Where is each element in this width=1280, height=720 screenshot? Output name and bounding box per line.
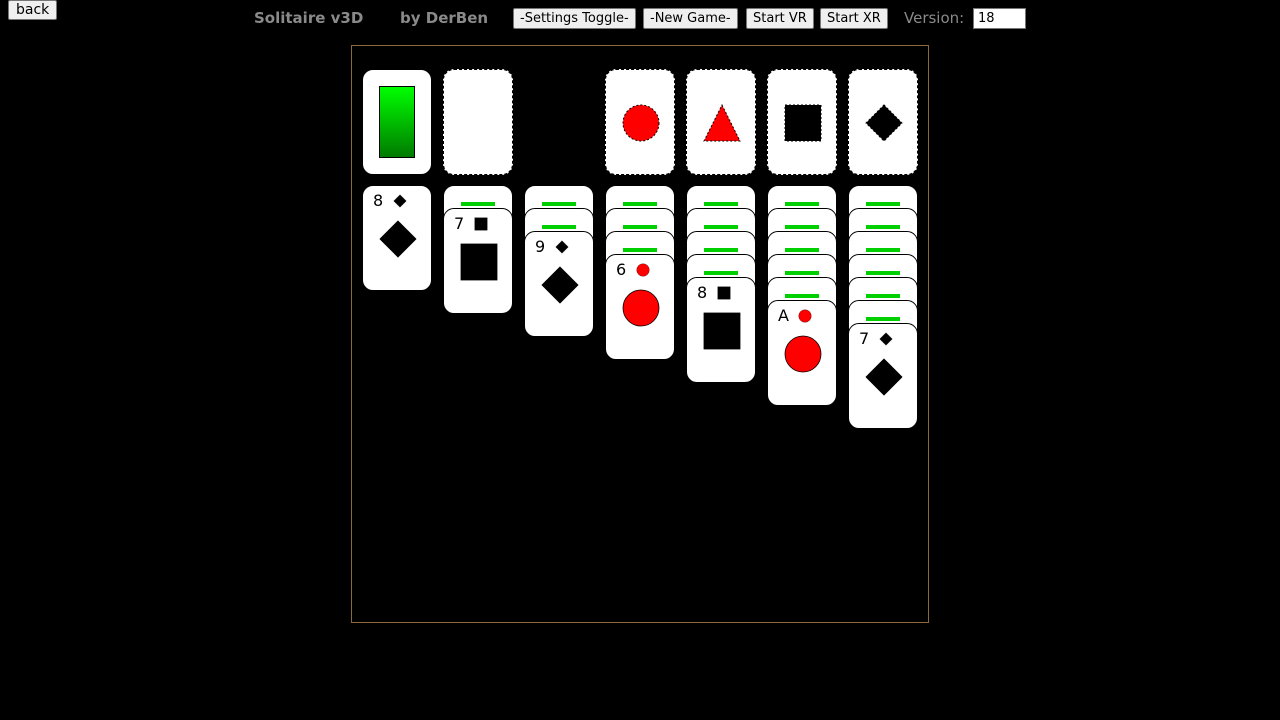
version-input[interactable] xyxy=(973,8,1026,29)
back-button[interactable]: back xyxy=(8,0,58,20)
foundation-circle[interactable] xyxy=(605,69,675,175)
faceup-card[interactable]: 8 xyxy=(362,185,432,291)
card-back-tab xyxy=(785,202,819,206)
card-back-tab xyxy=(704,202,738,206)
card-back-tab xyxy=(866,248,900,252)
author-credit: by DerBen xyxy=(400,9,489,27)
faceup-card[interactable]: 6 xyxy=(605,254,675,360)
stock-pile[interactable] xyxy=(362,69,432,175)
card-rank: 8 xyxy=(373,191,384,210)
square-icon xyxy=(717,286,731,300)
card-rank: 8 xyxy=(697,283,708,302)
card-back-icon xyxy=(379,86,415,158)
game-board: 8 7 9 6 8 A 7 xyxy=(351,45,929,623)
game-title: Solitaire v3D xyxy=(254,9,364,27)
card-rank: A xyxy=(778,306,789,325)
diamond-icon xyxy=(379,220,417,258)
card-back-tab xyxy=(542,225,576,229)
card-back-tab xyxy=(866,317,900,321)
card-back-tab xyxy=(866,271,900,275)
circle-icon xyxy=(798,309,812,323)
diamond-icon xyxy=(541,266,579,304)
foundation-diamond[interactable] xyxy=(848,69,918,175)
square-icon xyxy=(474,217,488,231)
card-rank: 6 xyxy=(616,260,627,279)
version-label: Version: xyxy=(904,9,965,27)
diamond-icon xyxy=(555,240,569,254)
new-game-button[interactable]: -New Game- xyxy=(643,8,738,29)
foundation-triangle[interactable] xyxy=(686,69,756,175)
faceup-card[interactable]: 7 xyxy=(848,323,918,429)
card-back-tab xyxy=(704,248,738,252)
card-back-tab xyxy=(785,225,819,229)
diamond-icon xyxy=(865,358,903,396)
faceup-card[interactable]: 7 xyxy=(443,208,513,314)
card-back-tab xyxy=(866,225,900,229)
circle-icon xyxy=(622,289,660,327)
card-back-tab xyxy=(785,294,819,298)
card-rank: 9 xyxy=(535,237,546,256)
waste-pile[interactable] xyxy=(443,69,513,175)
card-back-tab xyxy=(461,202,495,206)
circle-icon xyxy=(636,263,650,277)
card-back-tab xyxy=(623,202,657,206)
square-icon xyxy=(784,104,822,142)
diamond-icon xyxy=(879,332,893,346)
card-back-tab xyxy=(704,271,738,275)
triangle-icon xyxy=(703,103,741,142)
card-back-tab xyxy=(623,248,657,252)
card-back-tab xyxy=(704,225,738,229)
card-rank: 7 xyxy=(859,329,870,348)
diamond-icon xyxy=(393,194,407,208)
faceup-card[interactable]: A xyxy=(767,300,837,406)
start-xr-button[interactable]: Start XR xyxy=(820,8,888,29)
foundation-square[interactable] xyxy=(767,69,837,175)
square-icon xyxy=(703,312,741,350)
circle-icon xyxy=(622,104,660,142)
card-back-tab xyxy=(866,294,900,298)
card-back-tab xyxy=(785,271,819,275)
diamond-icon xyxy=(865,104,903,142)
card-back-tab xyxy=(866,202,900,206)
card-back-tab xyxy=(785,248,819,252)
square-icon xyxy=(460,243,498,281)
faceup-card[interactable]: 9 xyxy=(524,231,594,337)
card-back-tab xyxy=(542,202,576,206)
card-rank: 7 xyxy=(454,214,465,233)
start-vr-button[interactable]: Start VR xyxy=(746,8,814,29)
card-back-tab xyxy=(623,225,657,229)
circle-icon xyxy=(784,335,822,373)
faceup-card[interactable]: 8 xyxy=(686,277,756,383)
settings-toggle-button[interactable]: -Settings Toggle- xyxy=(513,8,636,29)
